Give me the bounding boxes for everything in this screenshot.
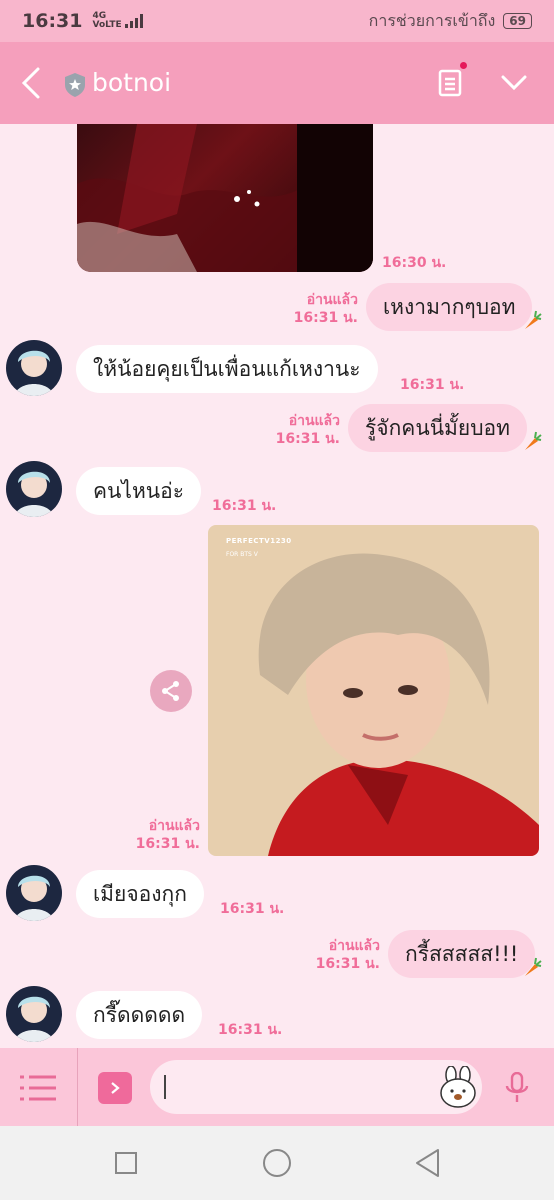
signal-icon [124, 14, 143, 28]
chat-title: botnoi [92, 68, 172, 97]
status-bar: 16:31 4G VoLTE การช่วยการเข้าถึง 69 [0, 0, 554, 42]
carrot-icon [525, 310, 542, 329]
microphone-icon[interactable] [505, 1072, 529, 1104]
chevron-right-icon [111, 1082, 120, 1094]
image-message[interactable]: PERFECTV1230 FOR BTS V [208, 525, 539, 856]
incoming-message[interactable]: เมียจองกุก [76, 870, 204, 918]
timestamp: 16:31 น. [220, 901, 285, 917]
timestamp: 16:31 น. [218, 1022, 283, 1038]
read-receipt: อ่านแล้ว 16:31 น. [315, 938, 380, 972]
avatar[interactable] [6, 865, 62, 921]
input-bar [0, 1048, 554, 1126]
notes-icon[interactable] [438, 69, 462, 97]
incoming-message[interactable]: กรี๊ดดดดด [76, 991, 203, 1039]
carrot-icon [525, 431, 542, 450]
incoming-message[interactable]: ให้น้อยคุยเป็นเพื่อนแก้เหงานะ [76, 345, 378, 393]
chat-area[interactable]: 16:30 น. อ่านแล้ว 16:31 น. เหงามากๆบอท ให… [0, 124, 554, 1048]
share-icon [162, 681, 179, 701]
image-message[interactable] [77, 124, 373, 272]
outgoing-message[interactable]: กรี้สสสสส!!! [388, 930, 536, 978]
battery-icon: 69 [503, 13, 532, 29]
photo-subcaption: FOR BTS V [226, 551, 258, 558]
shield-star-icon [65, 73, 85, 97]
divider [77, 1048, 78, 1126]
outgoing-message[interactable]: เหงามากๆบอท [366, 283, 533, 331]
chevron-down-icon[interactable] [500, 74, 528, 92]
chevron-left-icon[interactable] [20, 66, 42, 100]
accessibility-text: การช่วยการเข้าถึง [368, 10, 496, 30]
timestamp: 16:31 น. [212, 498, 277, 514]
expand-button[interactable] [98, 1072, 132, 1104]
chat-header: botnoi [0, 42, 554, 124]
carrot-icon [525, 957, 542, 976]
notification-dot [460, 62, 467, 69]
timestamp: 16:30 น. [382, 255, 447, 271]
avatar[interactable] [6, 340, 62, 396]
circle-icon[interactable] [262, 1148, 292, 1178]
avatar[interactable] [6, 461, 62, 517]
triangle-back-icon[interactable] [414, 1148, 440, 1178]
outgoing-message[interactable]: รู้จักคนนี่มั้ยบอท [348, 404, 527, 452]
read-receipt: อ่านแล้ว 16:31 น. [275, 413, 340, 447]
share-button[interactable] [150, 670, 192, 712]
system-nav-bar [0, 1126, 554, 1200]
avatar[interactable] [6, 986, 62, 1042]
incoming-message[interactable]: คนไหนอ่ะ [76, 467, 202, 515]
read-receipt: อ่านแล้ว 16:31 น. [135, 818, 200, 852]
text-cursor [164, 1075, 166, 1099]
network-label: 4G VoLTE [92, 11, 122, 30]
photo-caption: PERFECTV1230 [226, 537, 292, 545]
clock: 16:31 [22, 10, 83, 32]
message-input[interactable] [150, 1060, 482, 1114]
square-icon[interactable] [115, 1152, 137, 1174]
sticker-icon[interactable] [438, 1066, 478, 1108]
menu-icon[interactable] [20, 1074, 56, 1102]
timestamp: 16:31 น. [400, 377, 465, 393]
read-receipt: อ่านแล้ว 16:31 น. [293, 292, 358, 326]
